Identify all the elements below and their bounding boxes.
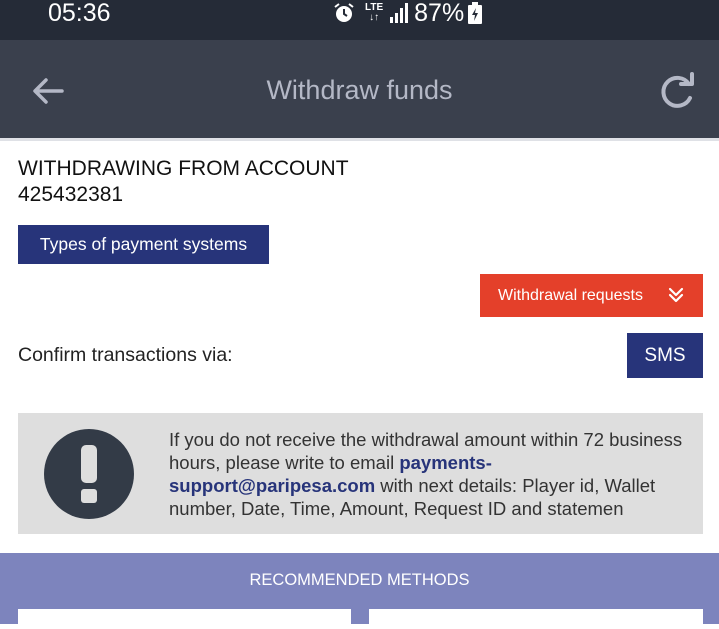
battery-charging-icon <box>468 2 483 24</box>
status-icons: LTE ↓↑ 87% <box>333 0 483 27</box>
confirm-transactions-label: Confirm transactions via: <box>18 344 233 366</box>
header-divider <box>0 138 719 141</box>
network-type: LTE <box>365 2 384 13</box>
refresh-icon[interactable] <box>657 72 697 110</box>
battery-percent: 87% <box>414 0 465 27</box>
account-number: 425432381 <box>18 183 124 206</box>
account-heading: WITHDRAWING FROM ACCOUNT 425432381 <box>18 156 349 208</box>
withdrawal-requests-label: Withdrawal requests <box>498 286 643 304</box>
recommended-methods-section: RECOMMENDED METHODS <box>0 553 719 629</box>
page-title: Withdraw funds <box>266 75 453 105</box>
method-card[interactable] <box>369 609 703 629</box>
recommended-methods-title: RECOMMENDED METHODS <box>249 571 470 589</box>
lte-icon: LTE ↓↑ <box>365 2 384 23</box>
sms-button[interactable]: SMS <box>627 333 703 378</box>
double-chevron-down-icon <box>668 287 684 303</box>
payment-types-button[interactable]: Types of payment systems <box>18 225 269 264</box>
alarm-icon <box>334 3 354 22</box>
withdrawal-requests-button[interactable]: Withdrawal requests <box>480 274 703 317</box>
withdrawal-notice: If you do not receive the withdrawal amo… <box>18 413 703 534</box>
app-bar: Withdraw funds <box>0 40 719 138</box>
signal-icon <box>390 3 409 23</box>
status-time: 05:36 <box>48 0 111 27</box>
notice-text: If you do not receive the withdrawal amo… <box>169 428 689 520</box>
method-card[interactable] <box>18 609 351 629</box>
status-bar: 05:36 LTE ↓↑ 87% <box>0 0 719 40</box>
account-heading-label: WITHDRAWING FROM ACCOUNT <box>18 157 349 180</box>
exclamation-icon <box>44 429 134 519</box>
